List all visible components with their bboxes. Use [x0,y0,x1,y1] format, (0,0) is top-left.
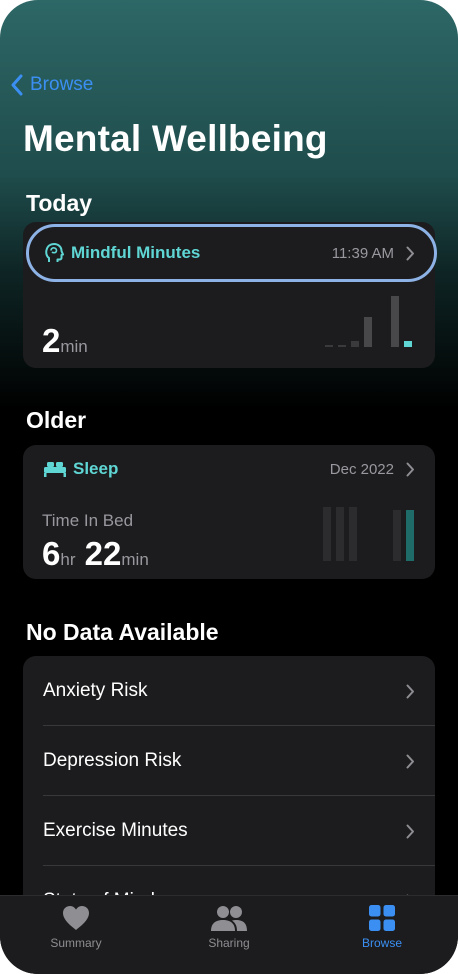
back-label: Browse [30,74,94,95]
spark-bar [349,507,357,561]
mindful-value: 2min [42,322,88,359]
sleep-value: 6hr 22min [42,535,149,572]
mindful-unit: min [60,337,88,356]
section-older-heading: Older [26,407,87,433]
spark-bar [323,507,331,561]
list-item-anxiety-risk[interactable]: Anxiety Risk [23,656,435,726]
section-no-data-heading: No Data Available [26,619,219,645]
spark-bar [351,341,359,347]
tab-sharing[interactable]: Sharing [174,904,284,950]
page-title: Mental Wellbeing [23,118,328,159]
sleep-card[interactable]: Sleep Dec 2022 Time In Bed 6hr 22min [23,445,435,579]
spark-bar-latest [406,510,414,561]
mindful-sparkline-chart [325,296,412,347]
back-button[interactable]: Browse [10,74,93,96]
grid-icon [369,905,395,931]
tab-browse[interactable]: Browse [327,904,437,950]
spark-bar [338,345,346,347]
spark-bar [391,296,399,347]
sleep-date: Dec 2022 [329,460,394,478]
chevron-right-icon [406,684,414,698]
heart-icon [63,906,89,930]
focus-ring [26,224,437,282]
spark-bar [364,317,372,347]
phone-screen: Browse Mental Wellbeing Today Mindful Mi… [0,0,458,974]
tab-sharing-label: Sharing [208,936,250,950]
chevron-right-icon [406,754,414,768]
tab-browse-label: Browse [361,936,402,950]
bed-icon [44,462,66,477]
tab-summary[interactable]: Summary [21,904,131,950]
chevron-left-icon [11,74,23,96]
spark-bar [393,510,401,561]
list-item-label: Exercise Minutes [43,820,188,841]
tab-summary-label: Summary [50,936,102,950]
sleep-label: Sleep [73,459,119,478]
list-item-exercise-minutes[interactable]: Exercise Minutes [23,796,435,866]
sleep-metric-label: Time In Bed [42,511,134,530]
spark-bar [336,507,344,561]
chevron-right-icon [406,462,414,476]
spark-bar [325,345,333,347]
list-item-label: Anxiety Risk [43,680,148,701]
list-item-depression-risk[interactable]: Depression Risk [23,726,435,796]
list-item-label: Depression Risk [43,750,182,771]
chevron-right-icon [406,824,414,838]
tab-bar: Summary Sharing Browse [0,895,458,974]
section-today-heading: Today [26,190,93,216]
people-icon [211,906,247,931]
sleep-sparkline-chart [323,507,414,561]
spark-bar-today [404,341,412,347]
